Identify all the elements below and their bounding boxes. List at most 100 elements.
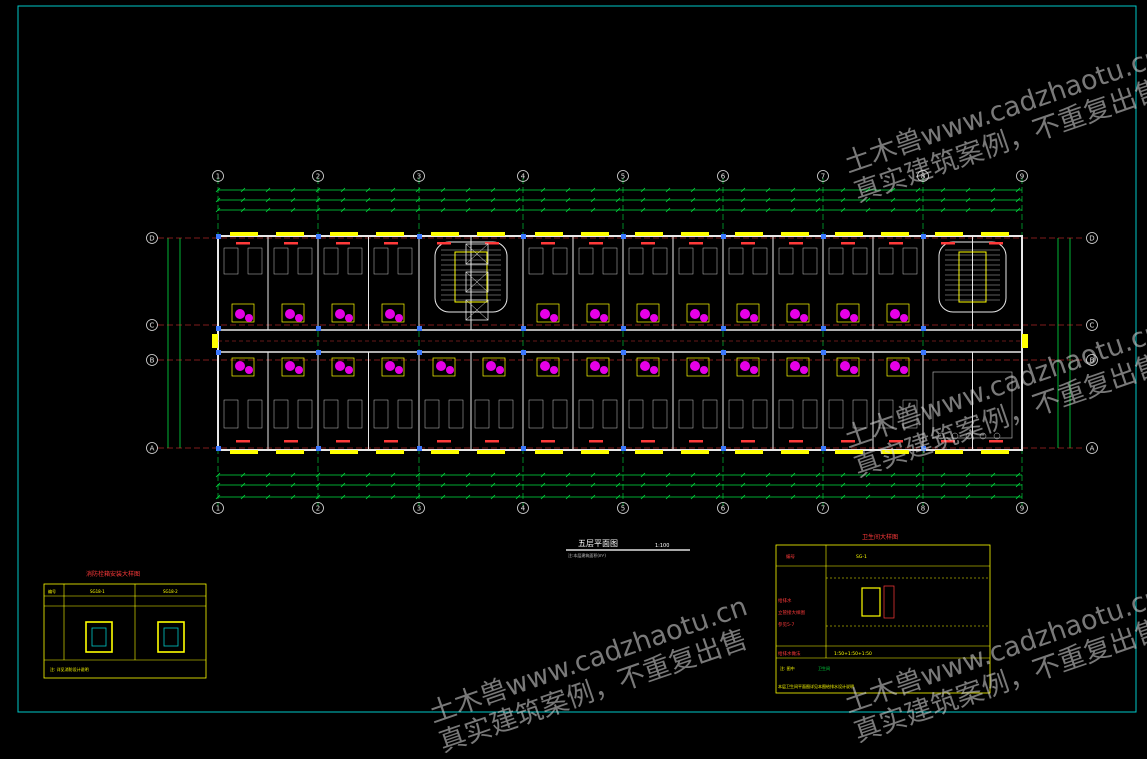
basin-fixture bbox=[650, 366, 658, 374]
right-table-row3-value: 1:50+1:50+1:50 bbox=[834, 651, 872, 657]
window bbox=[330, 450, 358, 454]
room-label bbox=[284, 242, 298, 245]
toilet-fixture bbox=[486, 361, 496, 371]
axis-bubble-label: 8 bbox=[921, 505, 925, 513]
window bbox=[581, 232, 609, 236]
basin-fixture bbox=[295, 366, 303, 374]
axis-bubble-label: 9 bbox=[1020, 505, 1024, 513]
toilet-fixture bbox=[890, 361, 900, 371]
axis-bubble-label: 3 bbox=[417, 173, 421, 181]
window bbox=[735, 450, 763, 454]
room-label bbox=[336, 242, 350, 245]
room-label bbox=[941, 440, 955, 443]
basin-fixture bbox=[850, 366, 858, 374]
toilet-fixture bbox=[790, 309, 800, 319]
toilet-fixture bbox=[335, 309, 345, 319]
basin-fixture bbox=[900, 314, 908, 322]
basin-fixture bbox=[850, 314, 858, 322]
column bbox=[521, 326, 526, 331]
plan-note: 注:本层建筑面积(m²) bbox=[568, 552, 606, 558]
toilet-fixture bbox=[740, 309, 750, 319]
basin-fixture bbox=[900, 366, 908, 374]
room-label bbox=[541, 242, 555, 245]
room-label bbox=[889, 242, 903, 245]
axis-bubble-label: C bbox=[150, 322, 155, 330]
window bbox=[376, 450, 404, 454]
column bbox=[921, 446, 926, 451]
axis-bubble-label: 9 bbox=[1020, 173, 1024, 181]
basin-fixture bbox=[700, 314, 708, 322]
axis-bubble-label: 6 bbox=[721, 173, 726, 181]
window bbox=[477, 450, 505, 454]
room-label bbox=[236, 242, 250, 245]
basin-fixture bbox=[550, 366, 558, 374]
room-label bbox=[989, 440, 1003, 443]
basin-fixture bbox=[395, 314, 403, 322]
axis-bubble-label: 5 bbox=[621, 505, 625, 513]
axis-bubble-label: 1 bbox=[216, 505, 220, 513]
column bbox=[417, 446, 422, 451]
basin-fixture bbox=[245, 314, 253, 322]
left-table-header-2: SG18-1 bbox=[90, 589, 105, 594]
room-label bbox=[789, 242, 803, 245]
right-table-row2-line3: 参见5-7 bbox=[778, 621, 794, 628]
window bbox=[981, 450, 1009, 454]
basin-fixture bbox=[245, 366, 253, 374]
right-table-row1-label: 编号 bbox=[786, 553, 795, 560]
room-label bbox=[336, 440, 350, 443]
toilet-fixture bbox=[590, 361, 600, 371]
toilet-fixture bbox=[640, 361, 650, 371]
toilet-fixture bbox=[285, 309, 295, 319]
window bbox=[330, 232, 358, 236]
room-label bbox=[641, 242, 655, 245]
window bbox=[781, 450, 809, 454]
basin-fixture bbox=[345, 366, 353, 374]
column bbox=[821, 350, 826, 355]
window bbox=[230, 232, 258, 236]
window bbox=[431, 232, 459, 236]
room-label bbox=[789, 440, 803, 443]
room-label bbox=[989, 242, 1003, 245]
right-table-title: 卫生间大样图 bbox=[862, 533, 898, 541]
room-label bbox=[589, 440, 603, 443]
left-table-header-3: SG18-2 bbox=[163, 589, 178, 594]
axis-bubble-label: 8 bbox=[921, 173, 925, 181]
axis-bubble-label: 7 bbox=[821, 173, 825, 181]
column bbox=[316, 326, 321, 331]
left-table-title: 消防栓箱安装大样图 bbox=[86, 570, 140, 578]
window bbox=[535, 450, 563, 454]
toilet-fixture bbox=[690, 361, 700, 371]
room-label bbox=[689, 440, 703, 443]
basin-fixture bbox=[600, 366, 608, 374]
room-label bbox=[384, 440, 398, 443]
toilet-fixture bbox=[690, 309, 700, 319]
axis-bubble-label: 3 bbox=[417, 505, 421, 513]
axis-bubble-label: 2 bbox=[316, 505, 320, 513]
room-label bbox=[741, 440, 755, 443]
toilet-fixture bbox=[335, 361, 345, 371]
axis-bubble-label: 7 bbox=[821, 505, 825, 513]
axis-bubble-label: 4 bbox=[521, 505, 526, 513]
toilet-fixture bbox=[740, 361, 750, 371]
window bbox=[781, 232, 809, 236]
column bbox=[821, 326, 826, 331]
toilet-fixture bbox=[285, 361, 295, 371]
basin-fixture bbox=[800, 314, 808, 322]
room-label bbox=[741, 242, 755, 245]
window bbox=[681, 450, 709, 454]
basin-fixture bbox=[496, 366, 504, 374]
basin-fixture bbox=[650, 314, 658, 322]
axis-bubble-label: C bbox=[1090, 322, 1095, 330]
room-label bbox=[689, 242, 703, 245]
room-label bbox=[889, 440, 903, 443]
plan-scale: 1:100 bbox=[655, 543, 669, 549]
column bbox=[521, 446, 526, 451]
column bbox=[316, 350, 321, 355]
column bbox=[721, 350, 726, 355]
window bbox=[835, 450, 863, 454]
column bbox=[521, 234, 526, 239]
axis-bubble-label: D bbox=[1089, 235, 1094, 243]
column bbox=[721, 326, 726, 331]
column bbox=[621, 326, 626, 331]
right-table-row1-value: SG-1 bbox=[856, 554, 867, 560]
